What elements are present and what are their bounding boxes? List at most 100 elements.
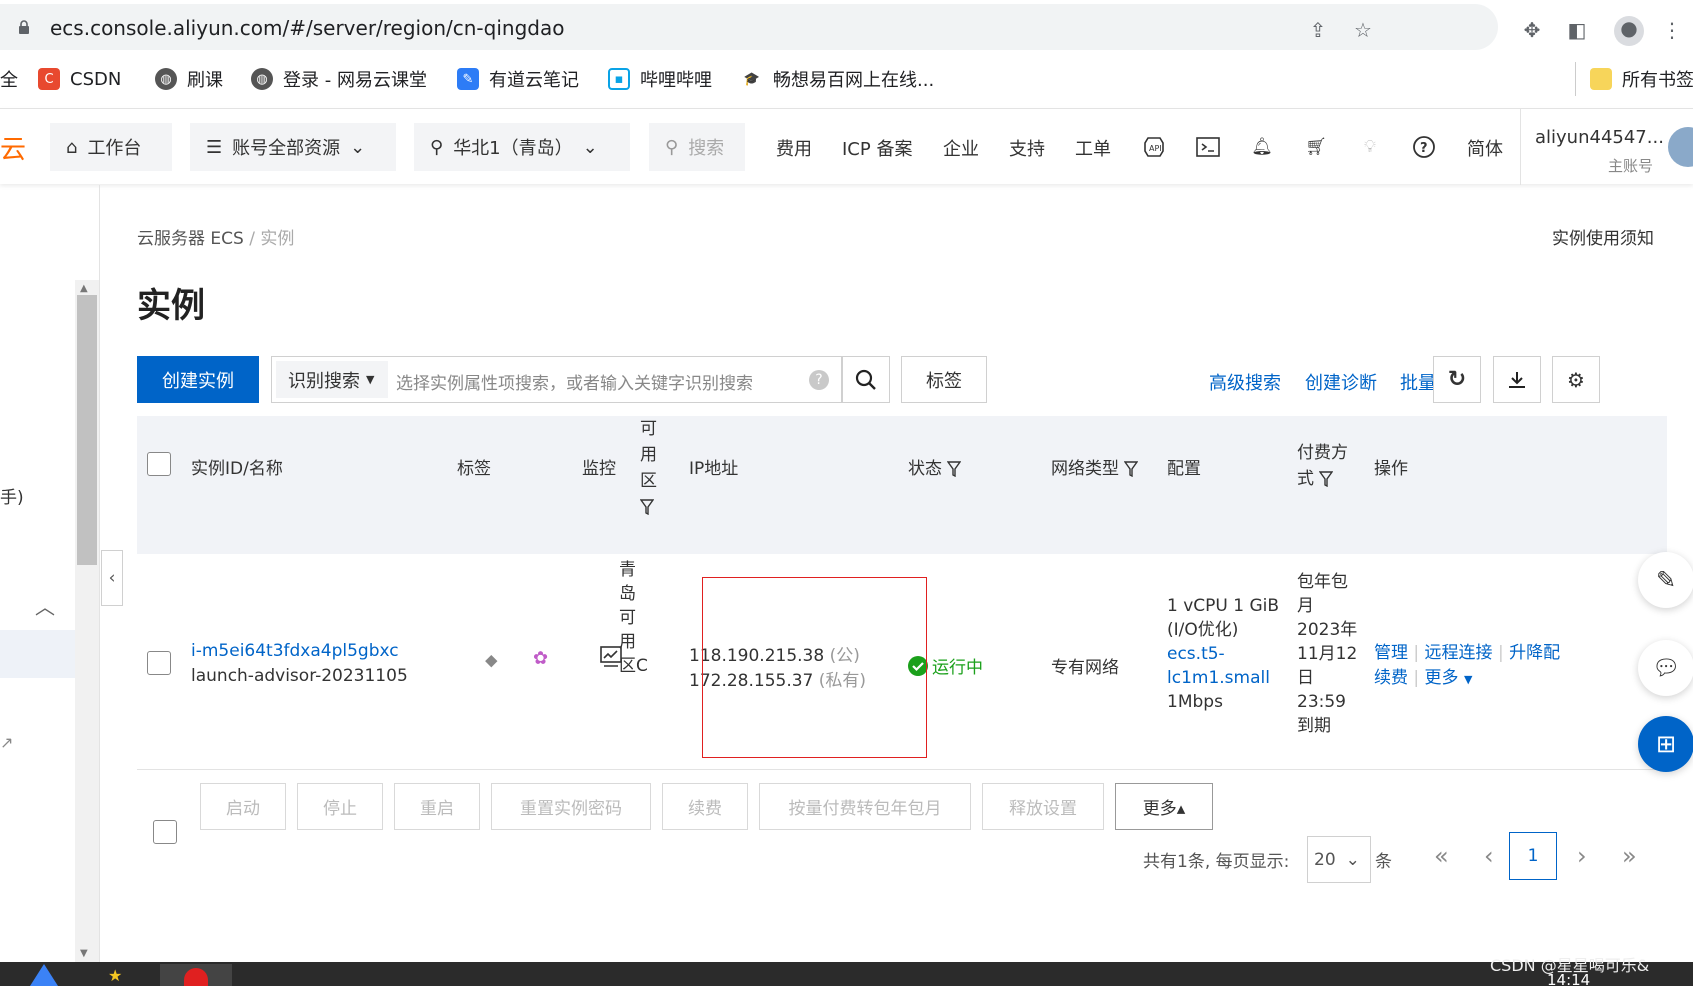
resource-selector[interactable]: ☰ 账号全部资源 ⌄ xyxy=(190,123,396,171)
avatar[interactable] xyxy=(1668,127,1693,167)
search-button[interactable] xyxy=(842,356,890,403)
workbench-button[interactable]: ⌂ 工作台 xyxy=(50,123,172,171)
bookmark-item[interactable]: ✎ 有道云笔记 xyxy=(457,62,579,96)
address-bar[interactable]: ecs.console.aliyun.com/#/server/region/c… xyxy=(0,4,1498,50)
apps-button[interactable]: ⊞ xyxy=(1638,716,1693,772)
scroll-down-arrow-icon[interactable]: ▼ xyxy=(80,948,88,959)
sidebar-scroll-thumb[interactable] xyxy=(77,295,97,565)
terminal-icon[interactable] xyxy=(1194,133,1222,161)
refresh-icon: ↻ xyxy=(1447,367,1467,392)
aliyun-logo[interactable]: 云 xyxy=(0,129,26,166)
select-all-checkbox[interactable] xyxy=(147,452,171,476)
lightbulb-icon[interactable]: 💡︎ xyxy=(1356,133,1384,161)
start-button[interactable]: 启动 xyxy=(200,783,286,830)
filter-icon[interactable] xyxy=(1124,461,1139,477)
tag-icon[interactable]: ⬥ xyxy=(485,650,498,671)
instance-usage-notice-link[interactable]: 实例使用须知 xyxy=(1552,224,1654,249)
chevron-up-icon[interactable]: ︿ xyxy=(35,591,55,620)
nav-enterprise[interactable]: 企业 xyxy=(943,135,979,161)
next-page-button[interactable]: › xyxy=(1577,842,1587,870)
settings-button[interactable]: ⚙ xyxy=(1552,356,1600,403)
bookmark-folder[interactable]: 所有书签 xyxy=(1575,62,1693,96)
resize-link[interactable]: 升降配 xyxy=(1509,643,1560,663)
feedback-edit-button[interactable]: ✎ xyxy=(1638,552,1693,608)
restart-button[interactable]: 重启 xyxy=(394,783,480,830)
external-link-icon[interactable]: ↗ xyxy=(0,733,13,752)
stop-button[interactable]: 停止 xyxy=(297,783,383,830)
sidepanel-icon[interactable]: ◧ xyxy=(1565,18,1589,42)
search-input[interactable]: 选择实例属性项搜索，或者输入关键字识别搜索 xyxy=(396,369,753,394)
region-selector[interactable]: ⚲ 华北1（青岛） ⌄ xyxy=(414,123,630,171)
extensions-icon[interactable]: ✥ xyxy=(1520,18,1544,42)
sidebar-collapse-toggle[interactable]: ‹ xyxy=(101,550,123,606)
bookmark-item[interactable]: 全 xyxy=(0,62,18,96)
account-name[interactable]: aliyun44547... xyxy=(1535,127,1664,148)
batch-more-button[interactable]: 更多▴ xyxy=(1115,783,1213,830)
batch-select-checkbox[interactable] xyxy=(153,820,177,844)
nav-icp[interactable]: ICP 备案 xyxy=(842,135,912,161)
advanced-search-link[interactable]: 高级搜索 xyxy=(1209,369,1281,395)
api-icon[interactable]: API xyxy=(1140,133,1168,161)
search-type-dropdown[interactable]: 识别搜索 ▼ xyxy=(276,361,388,398)
breadcrumb-parent[interactable]: 云服务器 ECS xyxy=(137,229,244,249)
current-page-button[interactable]: 1 xyxy=(1509,832,1557,880)
sidebar-item-active[interactable] xyxy=(0,630,75,678)
remote-connect-link[interactable]: 远程连接 xyxy=(1425,643,1493,663)
reset-password-button[interactable]: 重置实例密码 xyxy=(491,783,651,830)
bookmark-item[interactable]: 🎓 畅想易百网上在线... xyxy=(741,62,934,96)
last-page-button[interactable]: » xyxy=(1622,842,1637,870)
taskbar-active-app[interactable] xyxy=(160,964,232,986)
row-checkbox[interactable] xyxy=(147,651,171,675)
filter-icon[interactable] xyxy=(947,461,962,477)
create-instance-button[interactable]: 创建实例 xyxy=(137,356,259,403)
nav-billing[interactable]: 费用 xyxy=(776,135,812,161)
config-type-link[interactable]: lc1m1.small xyxy=(1167,666,1279,690)
help-icon[interactable]: ? xyxy=(809,370,829,390)
config-type-link[interactable]: ecs.t5- xyxy=(1167,642,1279,666)
cart-icon[interactable]: 🛒︎ xyxy=(1302,133,1330,161)
help-circle-icon[interactable]: ? xyxy=(1410,133,1438,161)
bookmark-item[interactable]: ▪ 哔哩哔哩 xyxy=(608,62,712,96)
first-page-button[interactable]: « xyxy=(1434,842,1449,870)
convert-billing-button[interactable]: 按量付费转包年包月 xyxy=(759,783,971,830)
menu-kebab-icon[interactable]: ⋮ xyxy=(1660,18,1684,42)
renew-link[interactable]: 续费 xyxy=(1374,668,1408,688)
cloud-assistant-icon[interactable]: ✿ xyxy=(533,648,548,669)
instance-search-box[interactable]: 识别搜索 ▼ 选择实例属性项搜索，或者输入关键字识别搜索 ? xyxy=(271,356,842,403)
renew-button[interactable]: 续费 xyxy=(662,783,748,830)
search-type-label: 识别搜索 xyxy=(288,370,360,392)
create-diagnosis-link[interactable]: 创建诊断 xyxy=(1305,369,1377,395)
profile-icon[interactable]: ● xyxy=(1614,16,1644,46)
star-icon[interactable]: ☆ xyxy=(1351,18,1375,42)
bookmark-item[interactable]: ◍ 登录 - 网易云课堂 xyxy=(251,62,427,96)
share-icon[interactable]: ⇪ xyxy=(1306,18,1330,42)
tag-filter-button[interactable]: 标签 xyxy=(901,356,987,403)
topbar-search[interactable]: ⚲ 搜索 xyxy=(649,123,745,171)
bookmark-item[interactable]: ◍ 刷课 xyxy=(155,62,223,96)
manage-link[interactable]: 管理 xyxy=(1374,643,1408,663)
bell-icon[interactable]: 🔔︎ xyxy=(1248,133,1276,161)
nav-support[interactable]: 支持 xyxy=(1009,135,1045,161)
filter-icon[interactable] xyxy=(1319,471,1334,487)
col-zone[interactable]: 可 用 区 xyxy=(640,416,660,520)
chat-button[interactable]: 💬︎ xyxy=(1638,640,1693,696)
col-network[interactable]: 网络类型 xyxy=(1051,454,1139,479)
bookmark-label: 畅想易百网上在线... xyxy=(773,70,935,91)
release-settings-button[interactable]: 释放设置 xyxy=(982,783,1104,830)
page-size-select[interactable]: 20 ⌄ xyxy=(1307,836,1371,883)
console-topbar: 云 ⌂ 工作台 ☰ 账号全部资源 ⌄ ⚲ 华北1（青岛） ⌄ ⚲ 搜索 费用 ICP 备案 … xyxy=(0,108,1693,185)
taskbar-app-icon[interactable]: ★ xyxy=(108,966,122,985)
language-switch[interactable]: 简体 xyxy=(1467,135,1503,161)
bookmark-item[interactable]: C CSDN xyxy=(38,62,121,96)
scroll-up-arrow-icon[interactable]: ▲ xyxy=(80,283,88,294)
refresh-button[interactable]: ↻ xyxy=(1433,356,1481,403)
download-button[interactable] xyxy=(1493,356,1541,403)
col-billing[interactable]: 付费方 式 xyxy=(1297,440,1348,492)
col-status[interactable]: 状态 xyxy=(908,454,962,479)
instance-id-link[interactable]: i-m5ei64t3fdxa4pl5gbxc xyxy=(191,641,399,661)
filter-icon[interactable] xyxy=(640,499,654,515)
more-actions-link[interactable]: 更多 xyxy=(1425,668,1459,688)
prev-page-button[interactable]: ‹ xyxy=(1484,842,1494,870)
taskbar-app-icon[interactable] xyxy=(30,964,58,986)
nav-ticket[interactable]: 工单 xyxy=(1075,135,1111,161)
